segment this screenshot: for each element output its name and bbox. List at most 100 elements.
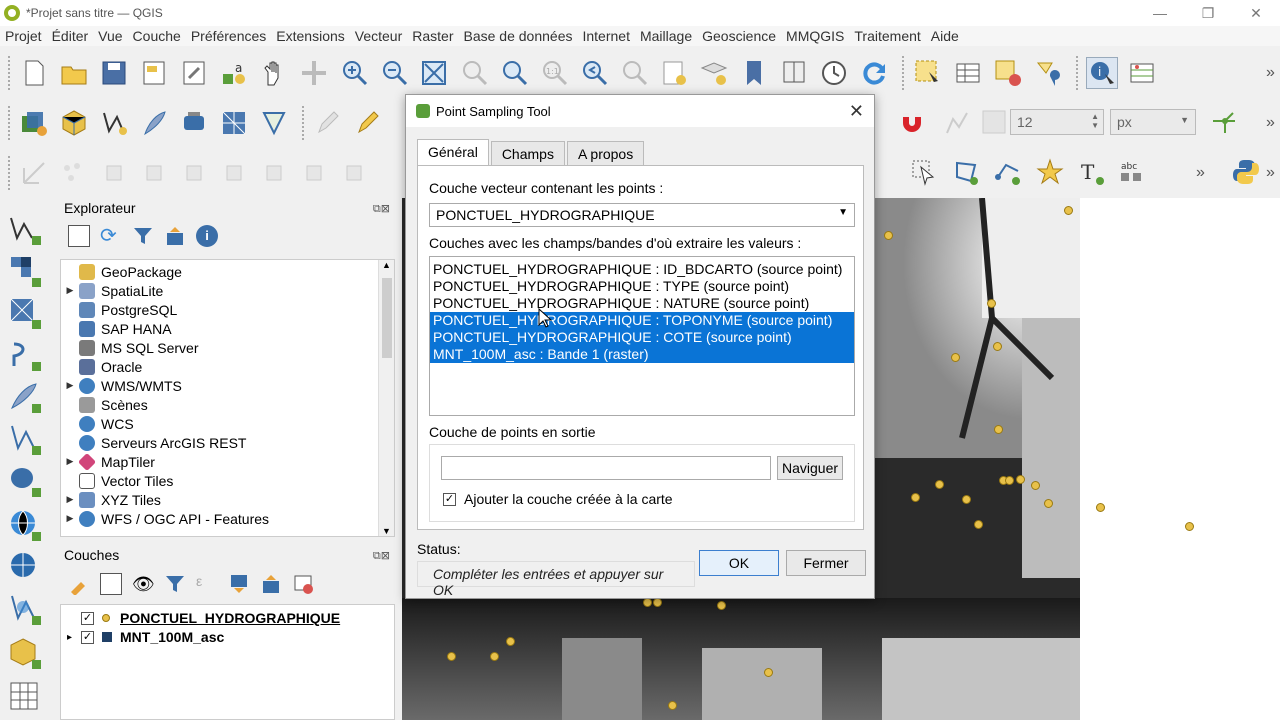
- select-by-location-icon[interactable]: [1032, 57, 1064, 89]
- spatial-bookmark-icon[interactable]: [738, 57, 770, 89]
- refresh-icon[interactable]: ⟳: [100, 225, 122, 247]
- zoom-in-icon[interactable]: [338, 57, 370, 89]
- explorer-item-wcs[interactable]: WCS: [61, 414, 134, 433]
- toolbar-grip[interactable]: [302, 106, 308, 140]
- zoom-last-icon[interactable]: [578, 57, 610, 89]
- add-vector-layer-icon[interactable]: [8, 212, 42, 246]
- cut-features-icon[interactable]: [178, 157, 210, 189]
- remove-layer-icon[interactable]: [292, 573, 314, 595]
- add-wcs-layer-icon[interactable]: [8, 550, 42, 584]
- current-edits-icon[interactable]: [352, 107, 384, 139]
- select-vertex-cursor-icon[interactable]: [908, 156, 940, 188]
- measure-icon[interactable]: [1126, 57, 1158, 89]
- delete-selected-icon[interactable]: [138, 157, 170, 189]
- spin-arrows-icon[interactable]: ▲ ▼: [1091, 112, 1099, 130]
- expand-all-icon[interactable]: [228, 573, 250, 595]
- paste-features-icon[interactable]: [258, 157, 290, 189]
- field-list-item[interactable]: PONCTUEL_HYDROGRAPHIQUE : TYPE (source p…: [430, 278, 854, 295]
- add-virtual-layer-icon[interactable]: [8, 422, 42, 456]
- vertex-tool-icon[interactable]: [18, 157, 50, 189]
- map-tips-icon[interactable]: [778, 57, 810, 89]
- menu-projet[interactable]: Projet: [5, 28, 42, 44]
- toolbar-overflow-icon[interactable]: »: [1266, 164, 1275, 182]
- dialog-close-button[interactable]: ✕: [849, 101, 864, 122]
- label-tool-icon[interactable]: abc: [1116, 156, 1148, 188]
- new-bookmark-icon[interactable]: [658, 57, 690, 89]
- tracing-icon[interactable]: [1208, 106, 1240, 138]
- dock-float-close-icon[interactable]: ⧉⊠: [373, 549, 390, 563]
- add-raster-layer-icon[interactable]: [8, 254, 42, 288]
- filter-legend-icon[interactable]: [164, 573, 186, 595]
- fields-list[interactable]: PONCTUEL_HYDROGRAPHIQUE : ID_BDCARTO (so…: [429, 256, 855, 416]
- pan-to-selection-icon[interactable]: [298, 57, 330, 89]
- explorer-item-maptiler[interactable]: ▶ MapTiler: [61, 452, 155, 471]
- menu-base-de-donnees[interactable]: Base de données: [464, 28, 573, 44]
- explorer-item-arcgis-rest[interactable]: Serveurs ArcGIS REST: [61, 433, 246, 452]
- snapping-tolerance-input[interactable]: 12 ▲ ▼: [1010, 109, 1104, 135]
- menu-vecteur[interactable]: Vecteur: [355, 28, 402, 44]
- temporal-controller-icon[interactable]: [818, 57, 850, 89]
- scrollbar-thumb[interactable]: [382, 278, 392, 358]
- add-spatialite-layer-icon[interactable]: [8, 380, 42, 414]
- new-temp-layer-icon[interactable]: [178, 107, 210, 139]
- collapse-all-icon[interactable]: [164, 225, 186, 247]
- visibility-eye-icon[interactable]: 👁: [132, 573, 155, 595]
- expand-arrow-icon[interactable]: ▶: [61, 494, 79, 505]
- layer-item-ponctuel[interactable]: ✓ PONCTUEL_HYDROGRAPHIQUE: [67, 608, 340, 628]
- explorer-item-sap-hana[interactable]: SAP HANA: [61, 319, 172, 338]
- show-bookmarks-icon[interactable]: [698, 57, 730, 89]
- explorer-item-oracle[interactable]: Oracle: [61, 357, 142, 376]
- menu-vue[interactable]: Vue: [98, 28, 122, 44]
- menu-couche[interactable]: Couche: [133, 28, 181, 44]
- collapse-all-icon[interactable]: [260, 573, 282, 595]
- menu-editer[interactable]: Éditer: [52, 28, 89, 44]
- explorer-item-vector-tiles[interactable]: Vector Tiles: [61, 471, 173, 490]
- menu-traitement[interactable]: Traitement: [854, 28, 920, 44]
- add-star-icon[interactable]: [1034, 156, 1066, 188]
- add-text-annotation-icon[interactable]: T: [1076, 156, 1108, 188]
- toolbar-grip[interactable]: [8, 56, 14, 90]
- field-list-item-selected[interactable]: MNT_100M_asc : Bande 1 (raster): [430, 346, 854, 363]
- deselect-icon[interactable]: [992, 57, 1024, 89]
- toolbar-grip[interactable]: [1076, 56, 1082, 90]
- add-mesh-layer-icon[interactable]: [8, 296, 42, 330]
- undo-icon[interactable]: [298, 157, 330, 189]
- add-delimited-text-icon[interactable]: [8, 338, 42, 372]
- expand-arrow-icon[interactable]: ▶: [61, 285, 79, 296]
- zoom-next-icon[interactable]: [618, 57, 650, 89]
- copy-features-icon[interactable]: [218, 157, 250, 189]
- style-paint-icon[interactable]: [68, 573, 90, 596]
- add-vector-tile-layer-icon[interactable]: [8, 680, 42, 714]
- python-console-icon[interactable]: [1230, 156, 1262, 188]
- expand-arrow-icon[interactable]: ▶: [61, 513, 79, 524]
- expand-arrow-icon[interactable]: ▶: [61, 456, 79, 467]
- toolbar-grip[interactable]: [8, 156, 14, 190]
- explorer-item-postgresql[interactable]: PostgreSQL: [61, 300, 177, 319]
- style-manager-icon[interactable]: a: [218, 57, 250, 89]
- identify-features-icon[interactable]: i: [1086, 57, 1118, 89]
- dock-float-close-icon[interactable]: ⧉⊠: [373, 202, 390, 216]
- filter-icon[interactable]: [132, 225, 154, 247]
- new-mesh-icon[interactable]: [258, 107, 290, 139]
- explorer-item-wfs[interactable]: ▶ WFS / OGC API - Features: [61, 509, 269, 528]
- scroll-up-icon[interactable]: ▲: [382, 260, 391, 270]
- field-list-item-selected[interactable]: PONCTUEL_HYDROGRAPHIQUE : COTE (source p…: [430, 329, 854, 346]
- point-layer-select[interactable]: PONCTUEL_HYDROGRAPHIQUE ▼: [429, 203, 855, 227]
- attribute-table-icon[interactable]: [952, 57, 984, 89]
- add-point-icon[interactable]: [58, 157, 90, 189]
- toolbar-overflow-icon[interactable]: »: [1266, 64, 1275, 82]
- explorer-item-xyz-tiles[interactable]: ▶ XYZ Tiles: [61, 490, 161, 509]
- explorer-item-geopackage[interactable]: GeoPackage: [61, 262, 182, 281]
- map-canvas-blank-area[interactable]: [1080, 198, 1280, 720]
- menu-maillage[interactable]: Maillage: [640, 28, 692, 44]
- expand-arrow-icon[interactable]: ▸: [67, 632, 81, 643]
- select-features-icon[interactable]: [912, 57, 944, 89]
- redo-icon[interactable]: [338, 157, 370, 189]
- menu-aide[interactable]: Aide: [931, 28, 959, 44]
- browse-button[interactable]: Naviguer: [777, 456, 843, 480]
- add-layer-checkbox[interactable]: ✓: [443, 492, 456, 506]
- close-window-button[interactable]: ✕: [1232, 0, 1280, 26]
- tab-a-propos[interactable]: A propos: [566, 141, 645, 167]
- snapping-unit-select[interactable]: px ▼: [1110, 109, 1196, 135]
- new-spatialite-icon[interactable]: [138, 107, 170, 139]
